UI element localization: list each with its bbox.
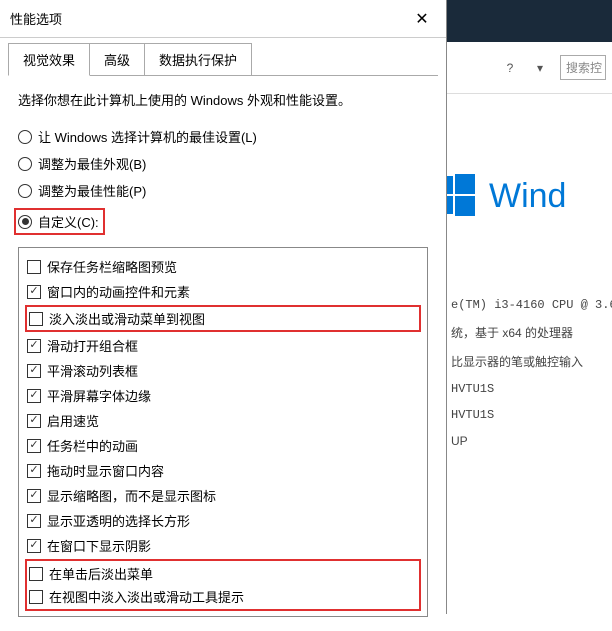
checkbox-icon bbox=[27, 389, 41, 403]
checkbox-icon bbox=[29, 590, 43, 604]
radio-label: 调整为最佳外观(B) bbox=[38, 154, 146, 173]
windows-brand: Wind bbox=[433, 174, 612, 218]
close-button[interactable]: ✕ bbox=[400, 1, 444, 37]
radio-option-3[interactable]: 自定义(C): bbox=[18, 208, 428, 235]
tab-2[interactable]: 数据执行保护 bbox=[144, 43, 252, 76]
check-label: 平滑屏幕字体边缘 bbox=[47, 386, 151, 405]
radio-icon bbox=[18, 157, 32, 171]
system-info-lines: e(TM) i3-4160 CPU @ 3.60 统，基于 x64 的处理器 比… bbox=[447, 298, 612, 448]
dropdown-icon[interactable]: ▾ bbox=[530, 58, 550, 78]
background-titlebar bbox=[442, 0, 612, 42]
check-row-7[interactable]: 任务栏中的动画 bbox=[27, 433, 419, 458]
check-row-9[interactable]: 显示缩略图，而不是显示图标 bbox=[27, 483, 419, 508]
check-row-14[interactable]: 在鼠标指针下显示阴影 bbox=[27, 612, 419, 617]
check-label: 窗口内的动画控件和元素 bbox=[47, 282, 190, 301]
workgroup-line: UP bbox=[451, 434, 612, 448]
radio-icon bbox=[18, 130, 32, 144]
check-row-10[interactable]: 显示亚透明的选择长方形 bbox=[27, 508, 419, 533]
check-row-11[interactable]: 在窗口下显示阴影 bbox=[27, 533, 419, 558]
radio-group: 让 Windows 选择计算机的最佳设置(L) 调整为最佳外观(B) 调整为最佳性能… bbox=[18, 127, 428, 235]
check-row-4[interactable]: 平滑滚动列表框 bbox=[27, 358, 419, 383]
check-label: 在窗口下显示阴影 bbox=[47, 536, 151, 555]
tab-0[interactable]: 视觉效果 bbox=[8, 43, 90, 76]
bg-toolbar: ? ▾ 搜索控 bbox=[447, 42, 612, 94]
radio-label: 让 Windows 选择计算机的最佳设置(L) bbox=[38, 127, 257, 146]
description-text: 选择你想在此计算机上使用的 Windows 外观和性能设置。 bbox=[18, 90, 428, 109]
check-label: 拖动时显示窗口内容 bbox=[47, 461, 164, 480]
performance-options-dialog: 性能选项 ✕ 视觉效果高级数据执行保护 选择你想在此计算机上使用的 Window… bbox=[0, 0, 447, 614]
checkbox-icon bbox=[29, 312, 43, 326]
checkbox-icon bbox=[27, 539, 41, 553]
radio-label: 自定义(C): bbox=[38, 212, 99, 231]
checkbox-icon bbox=[29, 567, 43, 581]
tab-strip: 视觉效果高级数据执行保护 bbox=[0, 38, 446, 75]
tab-1[interactable]: 高级 bbox=[89, 43, 145, 76]
radio-icon bbox=[18, 184, 32, 198]
check-row-13[interactable]: 在视图中淡入淡出或滑动工具提示 bbox=[29, 585, 417, 608]
radio-option-0[interactable]: 让 Windows 选择计算机的最佳设置(L) bbox=[18, 127, 428, 146]
check-label: 启用速览 bbox=[47, 411, 99, 430]
check-row-8[interactable]: 拖动时显示窗口内容 bbox=[27, 458, 419, 483]
check-label: 显示缩略图，而不是显示图标 bbox=[47, 486, 216, 505]
name-line-1: HVTU1S bbox=[451, 382, 612, 396]
effects-list: 保存任务栏缩略图预览窗口内的动画控件和元素淡入淡出或滑动菜单到视图滑动打开组合框… bbox=[18, 247, 428, 617]
checkbox-icon bbox=[27, 339, 41, 353]
highlight-box: 在单击后淡出菜单在视图中淡入淡出或滑动工具提示 bbox=[25, 559, 421, 611]
check-label: 淡入淡出或滑动菜单到视图 bbox=[49, 309, 205, 328]
checkbox-icon bbox=[27, 489, 41, 503]
windows-brand-text: Wind bbox=[489, 177, 566, 216]
radio-option-1[interactable]: 调整为最佳外观(B) bbox=[18, 154, 428, 173]
dialog-titlebar: 性能选项 ✕ bbox=[0, 0, 446, 38]
radio-option-2[interactable]: 调整为最佳性能(P) bbox=[18, 181, 428, 200]
help-icon[interactable]: ? bbox=[500, 58, 520, 78]
check-row-3[interactable]: 滑动打开组合框 bbox=[27, 333, 419, 358]
check-label: 显示亚透明的选择长方形 bbox=[47, 511, 190, 530]
name-line-2: HVTU1S bbox=[451, 408, 612, 422]
check-label: 平滑滚动列表框 bbox=[47, 361, 138, 380]
check-label: 滑动打开组合框 bbox=[47, 336, 138, 355]
pen-line: 比显示器的笔或触控输入 bbox=[451, 353, 612, 370]
checkbox-icon bbox=[27, 514, 41, 528]
highlight-box: 自定义(C): bbox=[14, 208, 105, 235]
tab-visual-effects: 选择你想在此计算机上使用的 Windows 外观和性能设置。 让 Windows… bbox=[8, 75, 438, 631]
checkbox-icon bbox=[27, 260, 41, 274]
check-label: 保存任务栏缩略图预览 bbox=[47, 257, 177, 276]
checkbox-icon bbox=[27, 439, 41, 453]
check-row-1[interactable]: 窗口内的动画控件和元素 bbox=[27, 279, 419, 304]
check-row-6[interactable]: 启用速览 bbox=[27, 408, 419, 433]
radio-label: 调整为最佳性能(P) bbox=[38, 181, 146, 200]
radio-icon bbox=[18, 215, 32, 229]
background-system-panel: ? ▾ 搜索控 Wind e(TM) i3-4160 CPU @ 3.60 统，… bbox=[447, 42, 612, 614]
check-row-5[interactable]: 平滑屏幕字体边缘 bbox=[27, 383, 419, 408]
checkbox-icon bbox=[27, 464, 41, 478]
checkbox-icon bbox=[27, 285, 41, 299]
check-label: 在单击后淡出菜单 bbox=[49, 564, 153, 583]
check-row-0[interactable]: 保存任务栏缩略图预览 bbox=[27, 254, 419, 279]
check-row-12[interactable]: 在单击后淡出菜单 bbox=[29, 562, 417, 585]
checkbox-icon bbox=[27, 414, 41, 428]
search-input[interactable]: 搜索控 bbox=[560, 55, 606, 80]
check-label: 任务栏中的动画 bbox=[47, 436, 138, 455]
check-label: 在鼠标指针下显示阴影 bbox=[47, 615, 177, 617]
checkbox-icon bbox=[27, 364, 41, 378]
check-label: 在视图中淡入淡出或滑动工具提示 bbox=[49, 587, 244, 606]
dialog-title: 性能选项 bbox=[10, 9, 400, 28]
arch-line: 统，基于 x64 的处理器 bbox=[451, 324, 612, 341]
cpu-line: e(TM) i3-4160 CPU @ 3.60 bbox=[451, 298, 612, 312]
highlight-box: 淡入淡出或滑动菜单到视图 bbox=[25, 305, 421, 332]
